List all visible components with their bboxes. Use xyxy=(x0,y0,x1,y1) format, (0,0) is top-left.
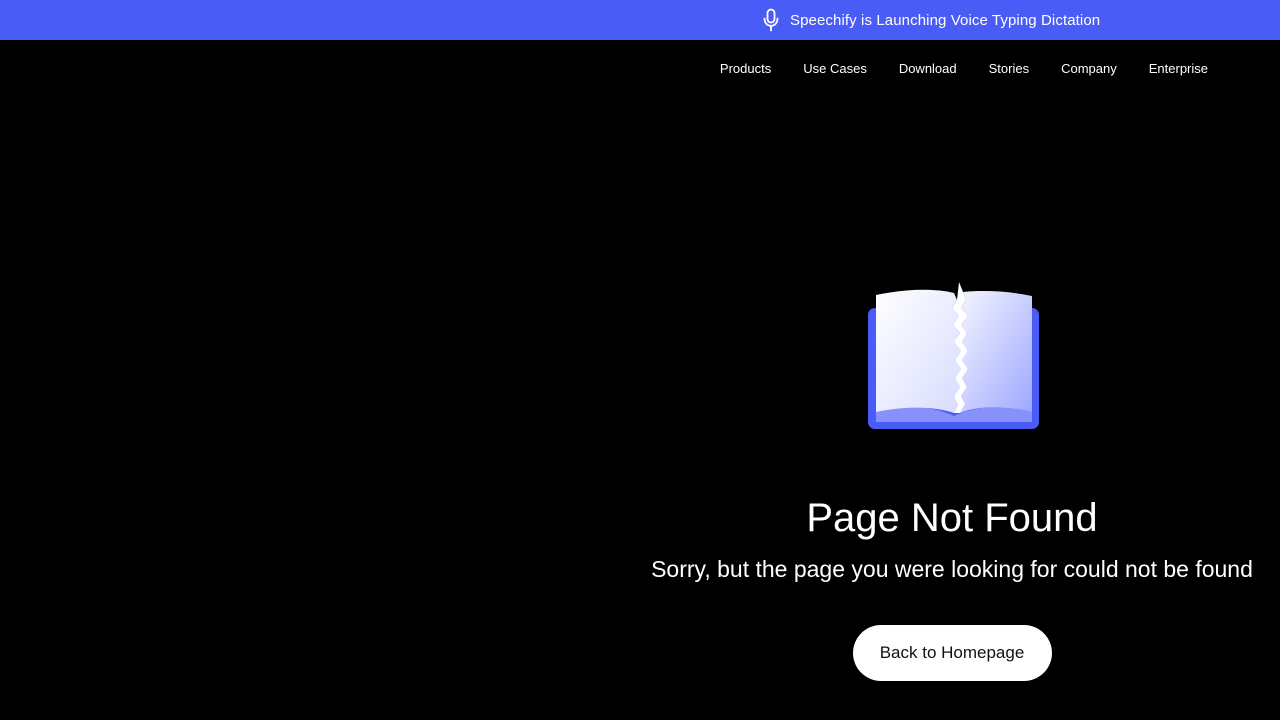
back-to-homepage-button[interactable]: Back to Homepage xyxy=(852,625,1052,681)
announcement-text: Speechify is Launching Voice Typing Dict… xyxy=(790,11,1101,29)
nav-item-download[interactable]: Download xyxy=(899,61,957,76)
microphone-icon xyxy=(762,8,780,32)
nav-item-use-cases[interactable]: Use Cases xyxy=(803,61,867,76)
nav-list: Products Use Cases Download Stories Comp… xyxy=(720,40,1208,96)
page: Speechify is Launching Voice Typing Dict… xyxy=(0,0,1280,720)
not-found-content: Page Not Found Sorry, but the page you w… xyxy=(640,270,1264,681)
nav-item-company[interactable]: Company xyxy=(1061,61,1117,76)
nav-item-enterprise[interactable]: Enterprise xyxy=(1149,61,1208,76)
torn-book-icon xyxy=(864,270,1040,430)
nav-item-stories[interactable]: Stories xyxy=(989,61,1029,76)
main-navigation: Products Use Cases Download Stories Comp… xyxy=(0,40,1280,96)
page-subtitle: Sorry, but the page you were looking for… xyxy=(651,556,1253,582)
announcement-banner-content[interactable]: Speechify is Launching Voice Typing Dict… xyxy=(762,0,1100,40)
announcement-banner[interactable]: Speechify is Launching Voice Typing Dict… xyxy=(0,0,1280,40)
page-title: Page Not Found xyxy=(806,496,1098,540)
nav-item-products[interactable]: Products xyxy=(720,61,771,76)
